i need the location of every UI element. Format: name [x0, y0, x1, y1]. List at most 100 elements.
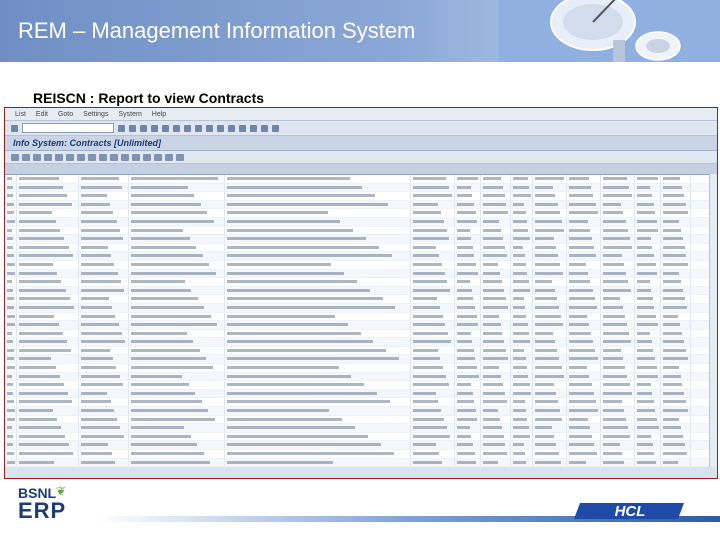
- command-field[interactable]: [22, 123, 114, 133]
- table-cell: [79, 355, 129, 364]
- menu-item-list[interactable]: List: [15, 111, 26, 118]
- find-icon[interactable]: [173, 124, 180, 132]
- table-row[interactable]: [5, 192, 717, 201]
- exit-icon[interactable]: [140, 124, 147, 132]
- table-row[interactable]: [5, 415, 717, 425]
- subtotal-icon[interactable]: [66, 153, 74, 161]
- menu-item-goto[interactable]: Goto: [58, 111, 73, 118]
- last-page-icon[interactable]: [228, 124, 235, 132]
- menu-item-settings[interactable]: Settings: [83, 111, 108, 118]
- table-row[interactable]: [5, 226, 717, 236]
- cell-text-placeholder: [603, 348, 621, 352]
- filter-icon[interactable]: [44, 153, 52, 161]
- table-row[interactable]: [5, 372, 717, 382]
- table-row[interactable]: [5, 175, 717, 184]
- table-row[interactable]: [5, 458, 717, 467]
- table-cell: [5, 295, 17, 303]
- word-export-icon[interactable]: [99, 153, 107, 161]
- table-row[interactable]: [5, 346, 717, 356]
- mail-icon[interactable]: [121, 153, 129, 161]
- new-session-icon[interactable]: [239, 124, 246, 132]
- cell-text-placeholder: [483, 228, 502, 232]
- table-row[interactable]: [5, 209, 717, 218]
- cell-text-placeholder: [637, 340, 652, 344]
- excel-export-icon[interactable]: [88, 153, 96, 161]
- table-row[interactable]: [5, 303, 717, 313]
- menu-item-help[interactable]: Help: [152, 111, 166, 118]
- cell-text-placeholder: [227, 297, 383, 301]
- table-cell: [533, 269, 567, 278]
- table-row[interactable]: [5, 183, 717, 193]
- table-row[interactable]: [5, 364, 717, 373]
- table-cell: [411, 381, 455, 389]
- cell-text-placeholder: [663, 177, 681, 180]
- table-row[interactable]: [5, 200, 717, 210]
- table-row[interactable]: [5, 398, 717, 408]
- table-row[interactable]: [5, 269, 717, 279]
- change-layout-icon[interactable]: [143, 153, 151, 161]
- table-cell: [511, 200, 533, 209]
- table-row[interactable]: [5, 321, 717, 330]
- table-row[interactable]: [5, 450, 717, 459]
- cell-text-placeholder: [513, 400, 525, 404]
- print-preview-icon[interactable]: [77, 153, 85, 161]
- table-row[interactable]: [5, 389, 717, 399]
- next-page-icon[interactable]: [217, 124, 224, 132]
- print-icon[interactable]: [162, 124, 169, 132]
- cell-text-placeholder: [81, 409, 114, 413]
- table-row[interactable]: [5, 338, 717, 347]
- table-cell: [455, 243, 481, 252]
- table-row[interactable]: [5, 329, 717, 339]
- select-layout-icon[interactable]: [154, 153, 162, 161]
- table-row[interactable]: [5, 295, 717, 304]
- shortcut-icon[interactable]: [250, 124, 257, 132]
- table-row[interactable]: [5, 278, 717, 287]
- table-cell: [481, 243, 511, 252]
- table-row[interactable]: [5, 441, 717, 450]
- layout-icon[interactable]: [272, 124, 279, 132]
- back-icon[interactable]: [129, 124, 136, 132]
- cell-text-placeholder: [513, 280, 529, 284]
- sort-descending-icon[interactable]: [33, 153, 41, 161]
- table-row[interactable]: [5, 217, 717, 227]
- cancel-icon[interactable]: [151, 124, 158, 132]
- cell-text-placeholder: [457, 288, 472, 292]
- table-cell: [533, 355, 567, 364]
- graphic-icon[interactable]: [132, 153, 140, 161]
- table-cell: [411, 432, 455, 441]
- table-cell: [635, 175, 661, 183]
- table-row[interactable]: [5, 424, 717, 433]
- enter-icon[interactable]: [11, 124, 18, 132]
- table-row[interactable]: [5, 355, 717, 365]
- table-row[interactable]: [5, 432, 717, 442]
- previous-page-icon[interactable]: [206, 124, 213, 132]
- information-icon[interactable]: [176, 153, 184, 161]
- total-icon[interactable]: [55, 153, 63, 161]
- first-page-icon[interactable]: [195, 124, 202, 132]
- table-cell: [411, 192, 455, 200]
- table-row[interactable]: [5, 260, 717, 270]
- table-cell: [661, 389, 691, 398]
- find-next-icon[interactable]: [184, 124, 191, 132]
- table-row[interactable]: [5, 252, 717, 261]
- cell-text-placeholder: [131, 245, 197, 249]
- save-icon[interactable]: [118, 124, 125, 132]
- cell-text-placeholder: [19, 185, 64, 189]
- table-cell: [635, 381, 661, 389]
- vertical-scrollbar[interactable]: [709, 174, 717, 467]
- cell-text-placeholder: [663, 297, 686, 301]
- table-row[interactable]: [5, 407, 717, 416]
- table-row[interactable]: [5, 381, 717, 390]
- table-row[interactable]: [5, 312, 717, 322]
- local-file-icon[interactable]: [110, 153, 118, 161]
- cell-text-placeholder: [637, 177, 658, 180]
- table-row[interactable]: [5, 235, 717, 244]
- menu-item-system[interactable]: System: [118, 111, 141, 118]
- menu-item-edit[interactable]: Edit: [36, 111, 48, 118]
- help-icon[interactable]: [261, 124, 268, 132]
- table-row[interactable]: [5, 243, 717, 253]
- save-layout-icon[interactable]: [165, 153, 173, 161]
- sort-ascending-icon[interactable]: [22, 153, 30, 161]
- table-row[interactable]: [5, 286, 717, 296]
- details-icon[interactable]: [11, 153, 19, 161]
